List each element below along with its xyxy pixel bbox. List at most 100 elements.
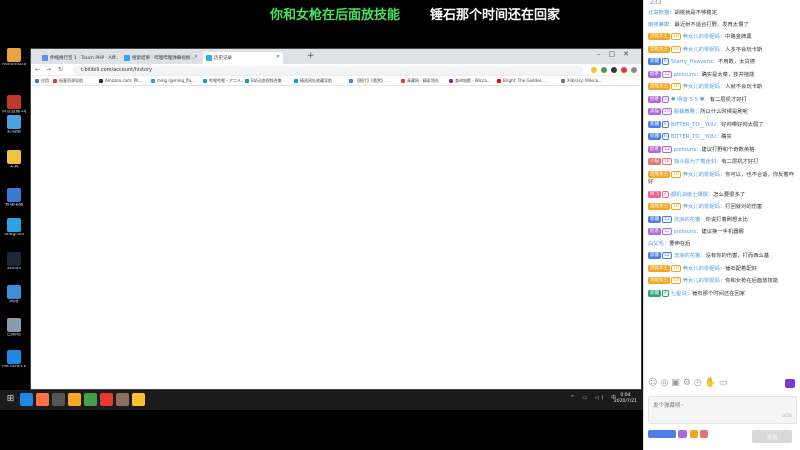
fan-badge[interactable]: 混能女王 — [648, 45, 670, 53]
chat-username[interactable]: 养女儿的零妮妈 — [683, 204, 720, 210]
bookmark-item[interactable]: 精选网址收藏导航 — [294, 78, 332, 84]
fan-badge[interactable]: 混能女王 — [648, 83, 670, 90]
browser-tab[interactable]: 搜索结果 · 哔哩哔哩弹幕视频... ✕ — [121, 52, 201, 64]
card-icon[interactable]: ▭ — [719, 378, 731, 388]
taskbar-app-icon[interactable] — [100, 393, 113, 406]
desktop-icon[interactable]: 网络 — [2, 285, 26, 305]
chat-username[interactable]: 七星说 — [671, 291, 687, 297]
desktop-icon[interactable]: 管理电脑 — [2, 188, 26, 208]
fan-badge[interactable]: 混能女王 — [648, 170, 670, 178]
taskbar-app-icon[interactable] — [20, 393, 33, 406]
desktop-icon[interactable]: Microsoft Edge — [2, 350, 26, 370]
chat-username[interactable]: 养女儿的零妮妈 — [683, 84, 720, 90]
bookmark-item[interactable]: 青藏网 · 精彩领先 — [401, 78, 439, 84]
clock-icon[interactable]: ◷ — [694, 378, 705, 388]
fan-badge[interactable]: 新疆 — [648, 120, 661, 128]
extension-star-icon[interactable] — [591, 67, 597, 73]
fan-badge[interactable]: 混能女王 — [648, 203, 670, 210]
chat-username[interactable]: 顾暴教雅 — [674, 109, 695, 115]
window-controls[interactable]: –▢✕ — [597, 50, 637, 58]
fan-badge[interactable]: 小猫 — [648, 158, 661, 165]
bookmark-item[interactable]: Amazon.com: Ph... — [99, 78, 142, 83]
settings-icon[interactable]: ⚙ — [683, 378, 694, 388]
bookmark-item[interactable]: Xlibrary: Wileco... — [561, 78, 602, 83]
chat-username[interactable]: 南夜兼康 — [648, 22, 669, 28]
fan-badge[interactable]: 奶茶 — [648, 228, 661, 235]
extension-shield-icon[interactable] — [601, 67, 607, 73]
chat-username[interactable]: 养女儿的零妮妈 — [683, 172, 720, 178]
tab-close-icon[interactable]: ✕ — [112, 54, 116, 60]
desktop-icon[interactable]: 抖音直播.zip — [2, 95, 26, 115]
start-button[interactable]: ⊞ — [4, 393, 17, 406]
taskbar-app-icon[interactable] — [132, 393, 145, 406]
fan-badge[interactable]: 混能女王 — [648, 277, 670, 284]
taskbar-app-icon[interactable] — [84, 393, 97, 406]
chat-username[interactable]: ♥ 明音 5 5 ♥ — [671, 97, 705, 103]
fan-badge[interactable]: 奶茶 — [648, 70, 661, 78]
bookmark-item[interactable]: Bright: The Goddes... — [497, 78, 545, 83]
activity-badge-icon[interactable] — [785, 379, 795, 388]
chat-username[interactable]: 独斗振为了着迷封 — [674, 159, 716, 165]
desktop-icon[interactable]: Steam — [2, 252, 26, 272]
taskbar-app-icon[interactable] — [68, 393, 81, 406]
hand-icon[interactable]: ✋ — [705, 378, 719, 388]
desktop-icon[interactable]: Administra... — [2, 48, 26, 68]
danmaku-input[interactable] — [648, 396, 797, 424]
forward-icon[interactable]: → — [46, 66, 51, 73]
taskbar-clock[interactable]: 0:04 2020/7/21 — [614, 393, 637, 405]
bookmark-item[interactable]: 极客资源导航 — [53, 78, 83, 84]
footer-badge-icon[interactable] — [700, 430, 708, 438]
fan-badge[interactable]: 奶茶 — [648, 145, 661, 153]
chat-username[interactable]: pietsuns — [674, 147, 696, 153]
desktop-icon[interactable]: 回收站 — [2, 318, 26, 338]
reload-icon[interactable]: ↻ — [58, 66, 63, 73]
chat-username[interactable]: 流浪的花猫 — [674, 253, 701, 259]
tab-close-icon[interactable]: ✕ — [194, 54, 198, 60]
desktop-icon[interactable]: 此电脑 — [2, 115, 26, 135]
system-tray[interactable]: ^ ▭ ◁) 中 — [571, 394, 619, 401]
new-tab-button[interactable]: + — [307, 51, 315, 61]
chat-username[interactable]: Starry_Heavens — [671, 59, 713, 65]
fan-badge[interactable]: 混能女王 — [648, 264, 670, 272]
chat-username[interactable]: 养女儿的零妮妈 — [683, 266, 720, 272]
chat-username[interactable]: pietsuns — [674, 229, 696, 235]
bookmark-item[interactable]: 应用 — [35, 78, 49, 84]
chat-username[interactable]: BITTER_TO__YOU — [671, 134, 716, 140]
fan-badge[interactable]: 阿飞 — [648, 190, 661, 198]
chat-username[interactable]: 养女儿的零妮妈 — [683, 47, 720, 53]
desktop-icon[interactable]: 工具 — [2, 150, 26, 170]
chat-username[interactable]: 流浪的花猫 — [674, 217, 701, 223]
bookmark-item[interactable]: 【图片】《悬赏》... — [349, 78, 389, 84]
extension-dark-icon[interactable] — [611, 67, 617, 73]
footer-badge-icon[interactable] — [678, 430, 687, 438]
chat-username[interactable]: 养女儿的零妮妈 — [683, 278, 720, 284]
emoji-icon[interactable]: ☺ — [648, 378, 660, 388]
fan-badge[interactable]: 美猫 — [648, 108, 661, 115]
extension-red-icon[interactable] — [621, 67, 627, 73]
browser-tab[interactable]: 历史记录 ✕ — [203, 52, 283, 64]
bookmark-item[interactable]: ming (@ming_fla... — [151, 78, 195, 83]
taskbar-app-icon[interactable] — [36, 393, 49, 406]
fan-badge[interactable]: 新疆 — [648, 58, 661, 65]
menu-icon[interactable] — [631, 67, 637, 73]
send-button[interactable]: 发送 — [752, 430, 792, 443]
url-input[interactable]: t.bilibili.com/account/history — [73, 66, 583, 75]
bookmark-item[interactable]: 哔哩哔哩 - アニメ... — [203, 78, 245, 84]
bookmark-item[interactable]: 查询电影 · Wicca... — [449, 78, 490, 84]
desktop-icon[interactable]: Telegram — [2, 218, 26, 238]
chat-username[interactable]: 养女儿的零妮妈 — [683, 34, 720, 40]
fan-badge[interactable]: 新疆 — [648, 215, 661, 223]
fan-badge[interactable]: 新疆 — [648, 252, 661, 259]
fan-badge[interactable]: 新疆 — [648, 289, 661, 297]
footer-badge-icon[interactable] — [648, 430, 676, 438]
chat-username[interactable]: 都机油级士爆爆 — [671, 192, 708, 198]
footer-badge-icon[interactable] — [690, 430, 698, 438]
chat-username[interactable]: pietsuns — [674, 72, 696, 78]
chat-username[interactable]: 白父毛 — [648, 241, 664, 247]
fan-badge[interactable]: 混能女王 — [648, 33, 670, 40]
browser-tab[interactable]: 伸缩换行签 1 · Touch PHP · Ast... ✕ — [39, 52, 119, 64]
fan-badge[interactable]: 奶茶 — [648, 95, 661, 103]
chat-username[interactable]: BITTER_TO__YOU — [671, 122, 716, 128]
taskbar-app-icon[interactable] — [52, 393, 65, 406]
fan-badge[interactable]: 新疆 — [648, 133, 661, 140]
